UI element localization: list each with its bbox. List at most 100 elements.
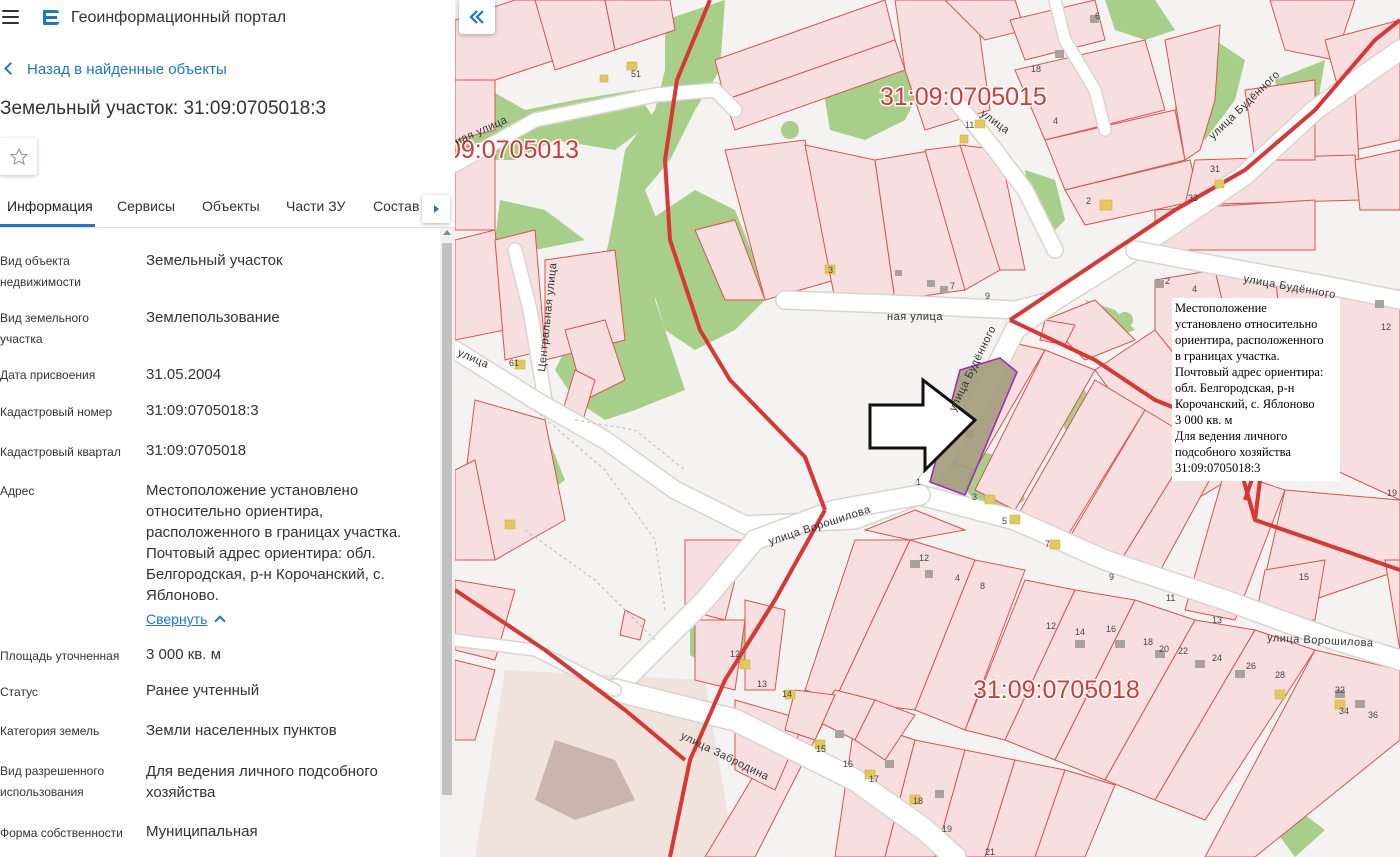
svg-text:21: 21 xyxy=(985,847,995,857)
svg-text:1: 1 xyxy=(916,477,921,487)
property-label: Кадастровый квартал xyxy=(0,445,121,459)
star-icon xyxy=(9,147,28,165)
svg-text:9: 9 xyxy=(1109,572,1114,582)
favorite-button[interactable] xyxy=(0,138,37,175)
svg-text:3: 3 xyxy=(828,265,833,275)
map-popup-label: Местоположение установлено относительно … xyxy=(1172,298,1340,481)
svg-text:2: 2 xyxy=(1165,276,1170,286)
svg-text:9: 9 xyxy=(985,291,990,301)
svg-text:4: 4 xyxy=(1053,116,1058,126)
quarter-label: 31:09:0705015 xyxy=(880,83,1047,111)
property-value: Землепользование xyxy=(146,309,280,326)
svg-text:6: 6 xyxy=(1095,11,1100,21)
svg-text:13: 13 xyxy=(1212,615,1222,625)
svg-text:51: 51 xyxy=(631,69,641,79)
svg-text:11: 11 xyxy=(1166,593,1175,603)
property-value: Для ведения личного подсобного хозяйства xyxy=(146,763,378,801)
svg-text:26: 26 xyxy=(1246,661,1256,671)
svg-text:16: 16 xyxy=(843,759,853,769)
svg-text:5: 5 xyxy=(1002,516,1007,526)
property-label: Вид земельного участка xyxy=(0,311,89,346)
tabs-next-button[interactable] xyxy=(422,195,450,223)
tab-parts[interactable]: Части ЗУ xyxy=(286,198,345,214)
svg-text:17: 17 xyxy=(869,774,879,784)
svg-text:3: 3 xyxy=(972,492,977,502)
collapse-panel-button[interactable] xyxy=(459,0,495,34)
active-tab-indicator xyxy=(0,224,95,227)
app-title: Геоинформационный портал xyxy=(71,9,287,26)
svg-text:18: 18 xyxy=(913,796,923,806)
back-link[interactable]: Назад в найденные объекты xyxy=(4,61,227,78)
property-value: 31:09:0705018 xyxy=(146,442,247,459)
tab-services[interactable]: Сервисы xyxy=(117,198,175,214)
property-label: Площадь уточненная xyxy=(0,649,120,663)
property-label: Вид объекта недвижимости xyxy=(0,254,81,289)
svg-text:12: 12 xyxy=(730,649,740,659)
svg-text:18: 18 xyxy=(1143,637,1153,647)
quarter-label: 31:09:0705018 xyxy=(973,676,1140,704)
page-title: Земельный участок: 31:09:0705018:3 xyxy=(0,98,327,119)
svg-text:31: 31 xyxy=(1210,164,1220,174)
property-value: Земельный участок xyxy=(146,252,283,269)
svg-text:2: 2 xyxy=(1086,196,1091,206)
svg-text:7: 7 xyxy=(950,281,955,291)
property-value: 3 000 кв. м xyxy=(146,646,221,663)
property-value: 31:09:0705018:3 xyxy=(146,402,259,419)
tab-information[interactable]: Информация xyxy=(7,198,93,214)
property-label: Адрес xyxy=(0,484,35,498)
info-panel: Геоинформационный портал Назад в найденн… xyxy=(0,0,455,857)
property-value: 31.05.2004 xyxy=(146,366,222,383)
chevron-left-icon xyxy=(4,62,17,75)
property-label: Форма собственности xyxy=(0,826,123,840)
svg-text:34: 34 xyxy=(1339,706,1349,716)
svg-text:13: 13 xyxy=(757,679,767,689)
address-collapse-link[interactable]: Свернуть xyxy=(146,611,207,627)
back-link-label: Назад в найденные объекты xyxy=(27,61,227,78)
svg-text:14: 14 xyxy=(782,689,792,699)
scroll-up-arrow[interactable] xyxy=(443,230,451,235)
svg-text:15: 15 xyxy=(816,744,826,754)
scrollbar-thumb[interactable] xyxy=(442,243,452,795)
property-value: Земли населенных пунктов xyxy=(146,722,337,739)
property-label: Статус xyxy=(0,685,38,699)
svg-text:32: 32 xyxy=(1335,685,1345,695)
tab-objects[interactable]: Объекты xyxy=(202,198,260,214)
svg-text:24: 24 xyxy=(1212,653,1222,663)
svg-text:11: 11 xyxy=(965,120,974,130)
tab-composition[interactable]: Состав xyxy=(373,198,419,214)
svg-text:22: 22 xyxy=(1178,646,1188,656)
svg-text:7: 7 xyxy=(1045,539,1050,549)
svg-text:33: 33 xyxy=(1188,193,1198,203)
property-label: Вид разрешенного использования xyxy=(0,764,105,799)
chevron-up-icon[interactable] xyxy=(214,615,226,627)
svg-text:12: 12 xyxy=(1046,621,1056,631)
svg-text:28: 28 xyxy=(1275,670,1285,680)
property-label: Дата присвоения xyxy=(0,368,96,382)
svg-text:12: 12 xyxy=(1381,322,1391,332)
map-canvas[interactable]: .pc { fill:#f7dfe0; stroke:#d9534f; stro… xyxy=(455,0,1400,857)
svg-text:16: 16 xyxy=(1106,624,1116,634)
svg-text:36: 36 xyxy=(1368,710,1378,720)
top-bar: Геоинформационный портал xyxy=(0,0,455,36)
property-value: Местоположение установлено относительно о… xyxy=(146,482,402,604)
svg-text:8: 8 xyxy=(980,581,985,591)
portal-logo-icon xyxy=(43,10,59,25)
hamburger-icon[interactable] xyxy=(2,10,19,24)
svg-text:19: 19 xyxy=(942,824,952,834)
svg-text:4: 4 xyxy=(1192,284,1197,294)
svg-text:61: 61 xyxy=(509,358,519,368)
svg-text:19: 19 xyxy=(1387,488,1397,498)
svg-text:12: 12 xyxy=(919,553,929,563)
property-label: Категория земель xyxy=(0,724,100,738)
svg-text:20: 20 xyxy=(1159,644,1169,654)
property-value: Муниципальная xyxy=(146,823,258,840)
svg-text:14: 14 xyxy=(1075,627,1085,637)
property-label: Кадастровый номер xyxy=(0,405,113,419)
svg-text:15: 15 xyxy=(1299,572,1309,582)
street-label: ная улица xyxy=(887,311,943,323)
double-chevron-left-icon xyxy=(469,10,484,24)
property-value: Ранее учтенный xyxy=(146,682,260,699)
tab-bar: Информация Сервисы Объекты Части ЗУ Сост… xyxy=(0,190,455,228)
svg-text:4: 4 xyxy=(955,573,960,583)
svg-text:18: 18 xyxy=(1031,64,1041,74)
